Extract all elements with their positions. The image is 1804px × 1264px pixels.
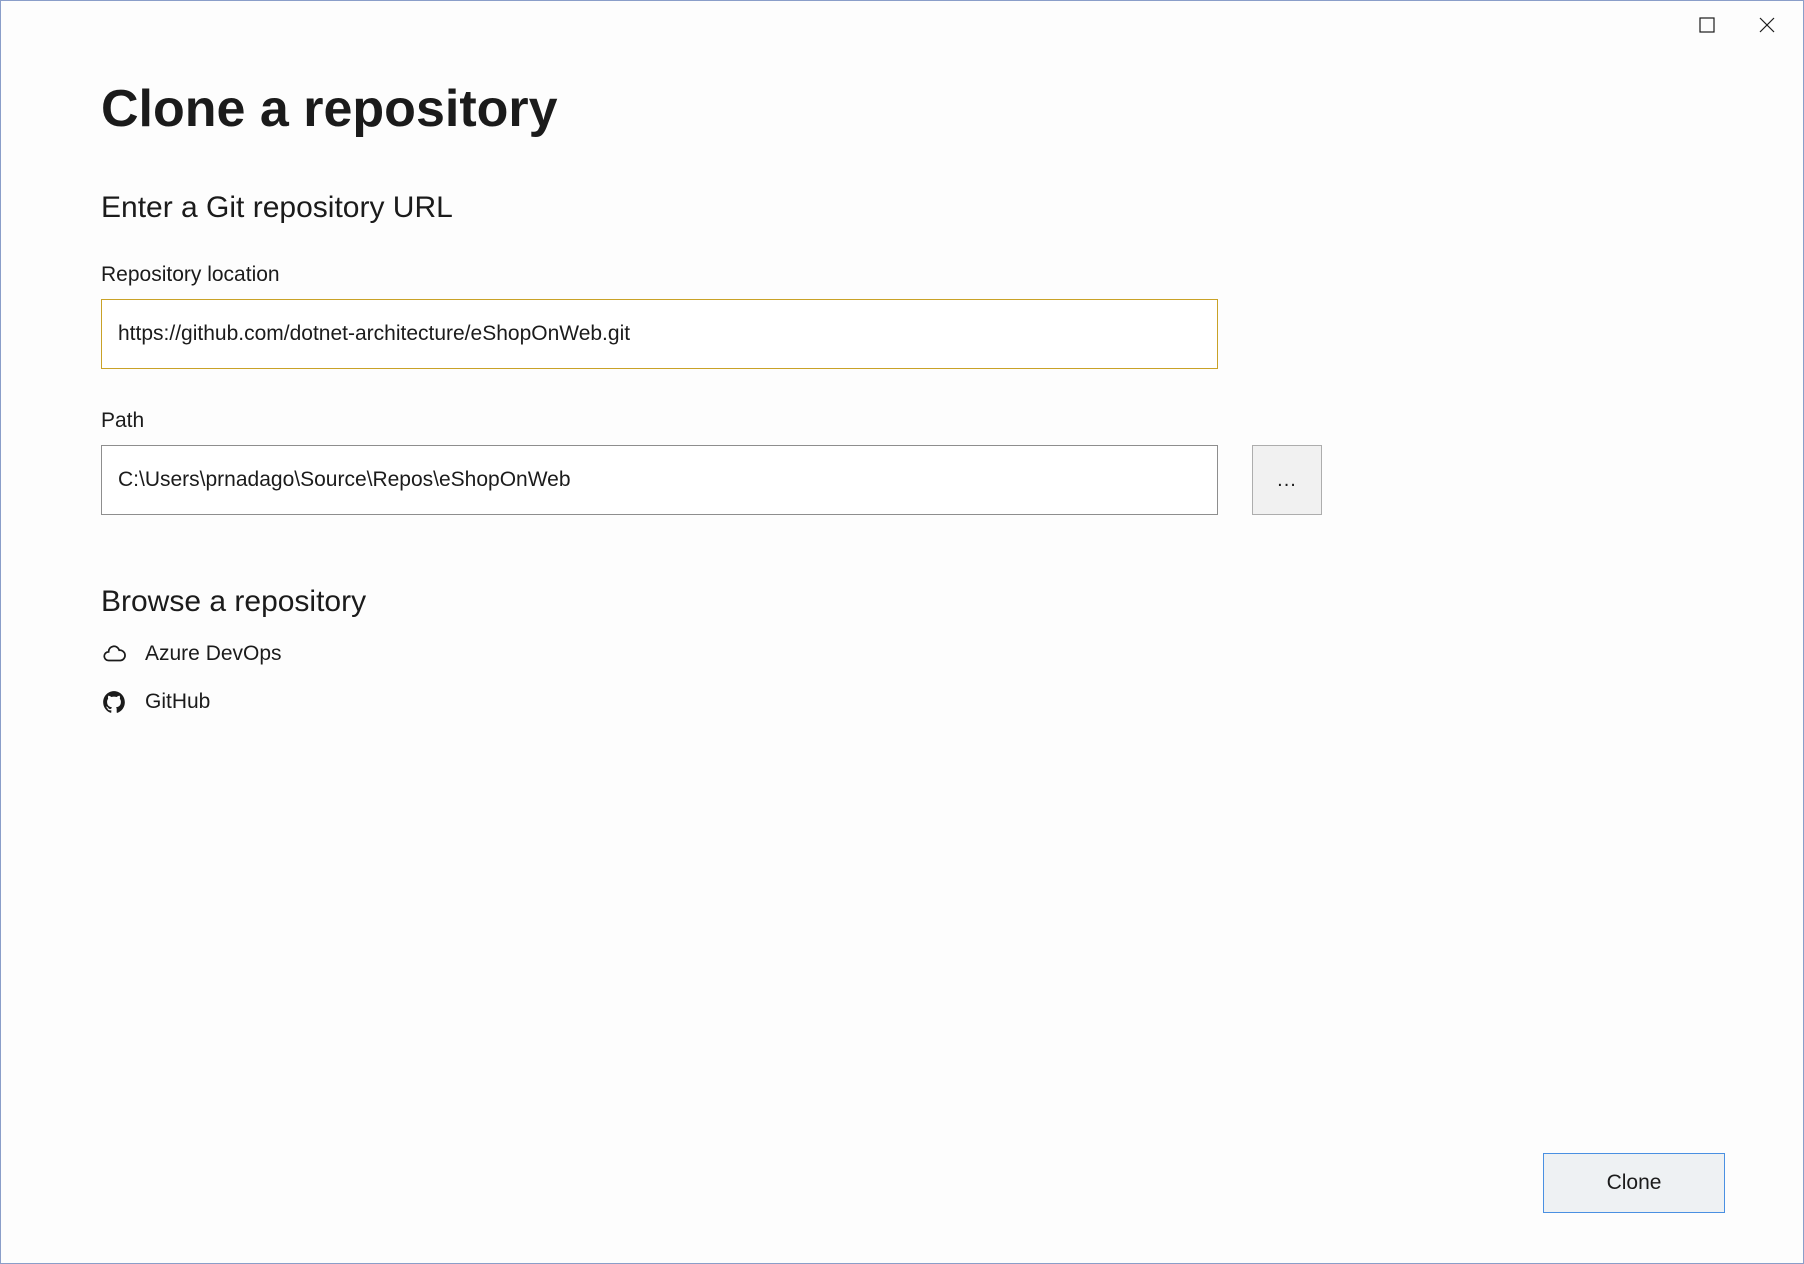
titlebar [1, 1, 1803, 49]
url-section-heading: Enter a Git repository URL [101, 191, 1703, 225]
provider-label: Azure DevOps [145, 642, 282, 666]
maximize-button[interactable] [1677, 5, 1737, 45]
maximize-icon [1699, 17, 1715, 33]
repository-location-label: Repository location [101, 263, 1703, 287]
browse-section-heading: Browse a repository [101, 585, 1703, 619]
page-title: Clone a repository [101, 79, 1703, 139]
repository-location-input[interactable] [101, 299, 1218, 369]
browse-repository-section: Browse a repository Azure DevOps GitHub [101, 585, 1703, 715]
github-icon [101, 689, 127, 715]
dialog-content: Clone a repository Enter a Git repositor… [1, 49, 1803, 1263]
path-input[interactable] [101, 445, 1218, 515]
provider-azure-devops[interactable]: Azure DevOps [101, 641, 1703, 667]
clone-button[interactable]: Clone [1543, 1153, 1725, 1213]
path-label: Path [101, 409, 1703, 433]
provider-github[interactable]: GitHub [101, 689, 1703, 715]
dialog-footer: Clone [1543, 1153, 1725, 1213]
clone-repository-dialog: Clone a repository Enter a Git repositor… [0, 0, 1804, 1264]
close-icon [1758, 16, 1776, 34]
repository-location-row [101, 299, 1703, 369]
provider-label: GitHub [145, 690, 210, 714]
close-button[interactable] [1737, 5, 1797, 45]
cloud-icon [101, 641, 127, 667]
path-row: ... [101, 445, 1703, 515]
browse-path-button[interactable]: ... [1252, 445, 1322, 515]
